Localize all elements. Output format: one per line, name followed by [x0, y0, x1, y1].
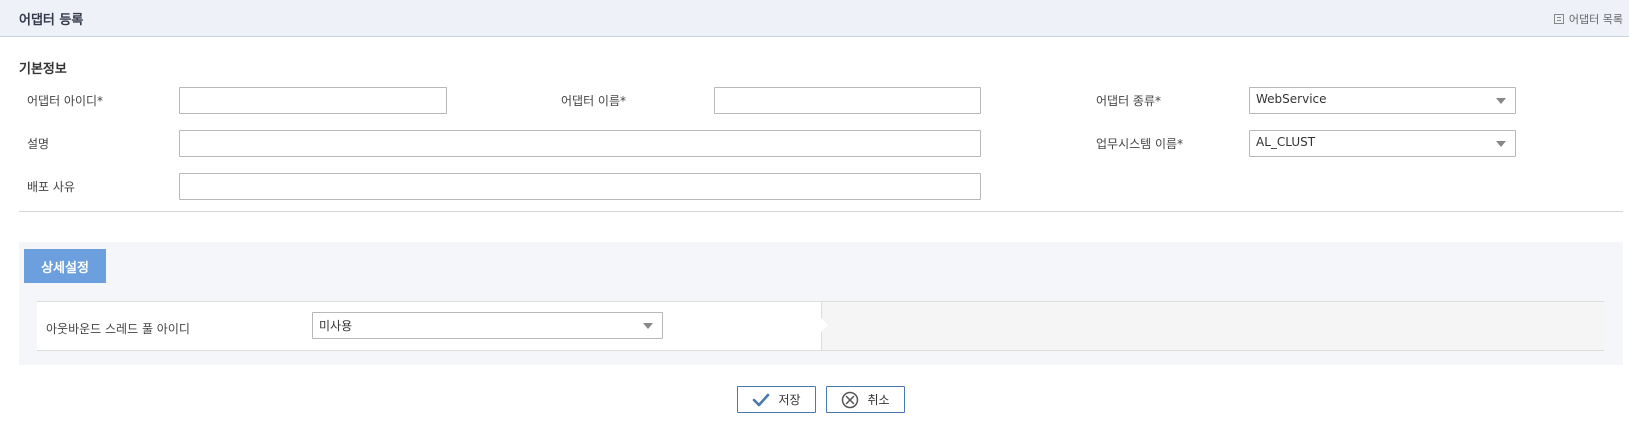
adapter-list-label: 어댑터 목록 — [1568, 13, 1623, 26]
chevron-down-icon — [643, 323, 653, 329]
adapter-name-input[interactable] — [714, 87, 981, 114]
list-icon — [1553, 14, 1564, 24]
cancel-label: 취소 — [867, 393, 890, 407]
section-title-basic: 기본정보 — [19, 62, 67, 77]
adapter-id-label: 어댑터 아이디* — [27, 94, 104, 108]
page-title: 어댑터 등록 — [19, 13, 84, 28]
save-button[interactable]: 저장 — [737, 386, 816, 413]
adapter-id-input[interactable] — [179, 87, 447, 114]
save-label: 저장 — [778, 393, 801, 407]
tab-detail-settings[interactable]: 상세설정 — [24, 249, 106, 283]
checkmark-icon — [752, 393, 770, 407]
description-input[interactable] — [179, 130, 981, 157]
section-divider — [19, 211, 1623, 212]
cancel-button[interactable]: 취소 — [826, 386, 905, 413]
page-header: 어댑터 등록 어댑터 목록 — [0, 0, 1629, 37]
adapter-type-select[interactable]: WebService — [1249, 87, 1516, 114]
description-label: 설명 — [27, 137, 50, 151]
system-name-select[interactable]: AL_CLUST — [1249, 130, 1516, 157]
thread-pool-label: 아웃바운드 스레드 풀 아이디 — [46, 322, 190, 336]
adapter-type-label: 어댑터 종류* — [1096, 94, 1162, 108]
adapter-list-link[interactable]: 어댑터 목록 — [1553, 11, 1623, 27]
adapter-name-label: 어댑터 이름* — [561, 94, 627, 108]
chevron-down-icon — [1496, 98, 1506, 104]
pointer-arrow-icon — [821, 318, 828, 332]
detail-right-area — [821, 302, 1604, 350]
chevron-down-icon — [1496, 141, 1506, 147]
deploy-reason-label: 배포 사유 — [27, 180, 75, 194]
deploy-reason-input[interactable] — [179, 173, 981, 200]
adapter-type-value: WebService — [1256, 92, 1327, 106]
thread-pool-value: 미사용 — [319, 319, 353, 333]
system-name-value: AL_CLUST — [1256, 135, 1316, 149]
close-circle-icon — [841, 391, 859, 409]
thread-pool-select[interactable]: 미사용 — [312, 312, 663, 339]
system-name-label: 업무시스템 이름* — [1096, 137, 1184, 151]
